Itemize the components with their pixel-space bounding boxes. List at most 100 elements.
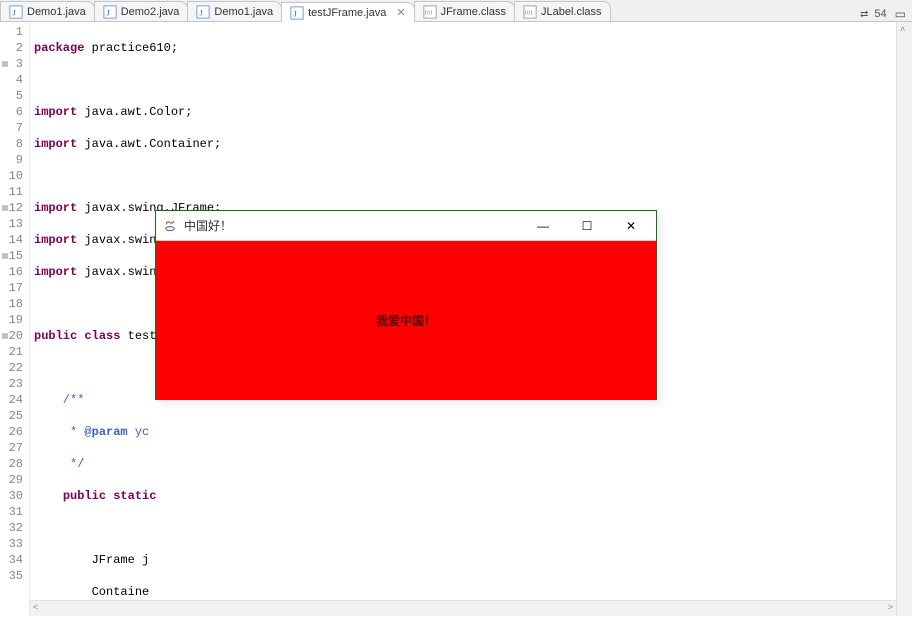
window-content: 我爱中国！: [156, 241, 656, 400]
scroll-up-icon[interactable]: ˄: [900, 24, 905, 34]
editor-tabbar: J Demo1.java J Demo2.java J Demo1.java J…: [0, 0, 912, 22]
jlabel-text: 我爱中国！: [376, 312, 436, 329]
svg-text:101: 101: [524, 10, 533, 16]
keyword: import: [34, 137, 77, 151]
line-number: 26: [0, 424, 29, 440]
close-icon[interactable]: ✕: [396, 6, 405, 19]
window-title: 中国好！: [184, 217, 232, 234]
keyword: public: [63, 489, 106, 503]
tab-demo1-java[interactable]: J Demo1.java: [0, 1, 95, 21]
column-indicator: 54: [874, 8, 886, 20]
keyword: static: [113, 489, 156, 503]
line-number: 5: [0, 88, 29, 104]
java-app-icon: [162, 218, 178, 234]
line-number: 13: [0, 216, 29, 232]
tab-jframe-class[interactable]: 101 JFrame.class: [414, 1, 515, 21]
line-number: 12: [0, 200, 29, 216]
line-number: 10: [0, 168, 29, 184]
doc-comment: *: [34, 425, 84, 439]
minimize-button[interactable]: —: [530, 219, 556, 233]
view-menu-icon[interactable]: ▭: [895, 7, 906, 21]
tab-label: Demo1.java: [27, 6, 86, 18]
tab-jlabel-class[interactable]: 101 JLabel.class: [514, 1, 611, 21]
tab-demo2-java[interactable]: J Demo2.java: [94, 1, 189, 21]
line-number: 14: [0, 232, 29, 248]
line-number: 16: [0, 264, 29, 280]
line-number: 28: [0, 456, 29, 472]
java-file-icon: J: [9, 5, 23, 19]
editor-area: 1234567891011121314151617181920212223242…: [0, 22, 912, 616]
scroll-left-icon[interactable]: ˂: [33, 602, 38, 612]
line-number: 11: [0, 184, 29, 200]
code-text: JFrame j: [34, 553, 149, 567]
java-file-icon: J: [196, 5, 210, 19]
line-number: 1: [0, 24, 29, 40]
tabbar-right: ⇄ 54 ▭: [860, 7, 912, 21]
line-number: 20: [0, 328, 29, 344]
keyword: public: [34, 329, 77, 343]
line-number: 22: [0, 360, 29, 376]
keyword: class: [84, 329, 120, 343]
java-swing-window[interactable]: 中国好！ — ☐ ✕ 我爱中国！: [155, 210, 657, 400]
doc-comment: yc: [128, 425, 150, 439]
line-number: 15: [0, 248, 29, 264]
line-number: 7: [0, 120, 29, 136]
line-number: 29: [0, 472, 29, 488]
keyword: import: [34, 105, 77, 119]
tab-label: Demo1.java: [214, 6, 273, 18]
line-number: 2: [0, 40, 29, 56]
line-number: 6: [0, 104, 29, 120]
line-gutter: 1234567891011121314151617181920212223242…: [0, 22, 30, 616]
java-file-icon: J: [290, 6, 304, 20]
doc-comment: */: [34, 457, 84, 471]
svg-text:J: J: [106, 7, 110, 17]
nav-arrows-icon[interactable]: ⇄: [860, 9, 866, 20]
doc-comment: /**: [34, 393, 84, 407]
line-number: 34: [0, 552, 29, 568]
horizontal-scrollbar[interactable]: ˂ ˃: [30, 600, 896, 616]
keyword: package: [34, 41, 84, 55]
window-titlebar[interactable]: 中国好！ — ☐ ✕: [156, 211, 656, 241]
line-number: 9: [0, 152, 29, 168]
svg-text:J: J: [13, 7, 17, 17]
maximize-button[interactable]: ☐: [574, 219, 600, 233]
tab-testjframe-java[interactable]: J testJFrame.java ✕: [281, 2, 414, 22]
line-number: 30: [0, 488, 29, 504]
scroll-right-icon[interactable]: ˃: [888, 602, 893, 612]
tab-label: testJFrame.java: [308, 7, 386, 19]
svg-text:J: J: [200, 7, 204, 17]
line-number: 18: [0, 296, 29, 312]
line-number: 24: [0, 392, 29, 408]
line-number: 33: [0, 536, 29, 552]
line-number: 17: [0, 280, 29, 296]
line-number: 3: [0, 56, 29, 72]
line-number: 25: [0, 408, 29, 424]
line-number: 4: [0, 72, 29, 88]
line-number: 35: [0, 568, 29, 584]
keyword: import: [34, 265, 77, 279]
code-text: Containe: [34, 585, 149, 599]
keyword: import: [34, 233, 77, 247]
svg-text:101: 101: [423, 10, 432, 16]
class-file-icon: 101: [523, 5, 537, 19]
line-number: 19: [0, 312, 29, 328]
line-number: 31: [0, 504, 29, 520]
close-button[interactable]: ✕: [618, 219, 644, 233]
window-buttons: — ☐ ✕: [530, 219, 650, 233]
tab-label: Demo2.java: [121, 6, 180, 18]
line-number: 23: [0, 376, 29, 392]
doc-tag: @param: [84, 425, 127, 439]
svg-text:J: J: [294, 8, 298, 18]
class-file-icon: 101: [423, 5, 437, 19]
line-number: 32: [0, 520, 29, 536]
keyword: import: [34, 201, 77, 215]
code-text: java.awt.Container;: [77, 137, 221, 151]
tab-label: JLabel.class: [541, 6, 602, 18]
vertical-scrollbar[interactable]: ˄: [896, 22, 912, 616]
tab-demo1-java-2[interactable]: J Demo1.java: [187, 1, 282, 21]
tab-label: JFrame.class: [441, 6, 506, 18]
line-number: 27: [0, 440, 29, 456]
code-text: java.awt.Color;: [77, 105, 192, 119]
code-text: practice610;: [84, 41, 178, 55]
line-number: 8: [0, 136, 29, 152]
